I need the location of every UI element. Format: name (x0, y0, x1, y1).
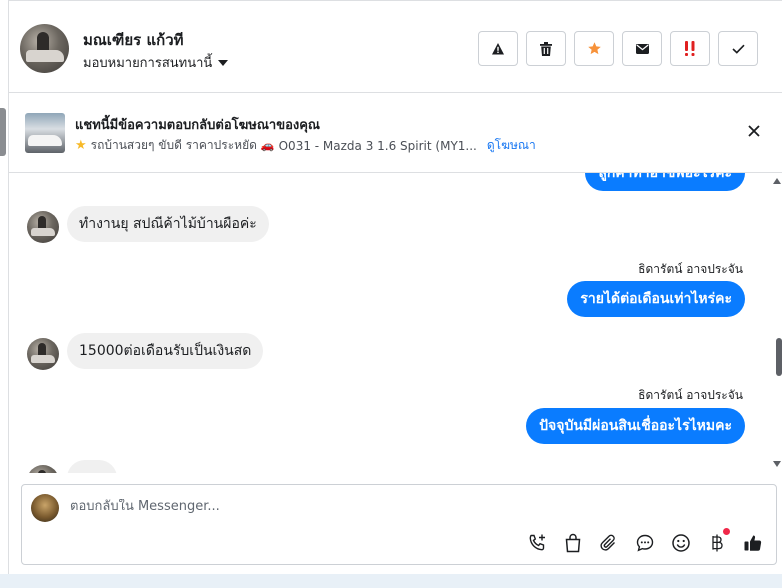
page-footer-strip (0, 574, 782, 588)
sender-name: ธิดารัตน์ อาจประจัน (638, 262, 743, 276)
follow-up-icon (685, 40, 695, 56)
baht-icon (711, 534, 723, 551)
incoming-message[interactable]: ทำงานยุ สปณีค้าไม้บ้านผือค่ะ (67, 206, 269, 242)
ad-thumbnail[interactable] (25, 113, 65, 153)
attach-button[interactable] (597, 531, 620, 554)
star-icon (587, 42, 601, 55)
check-icon (731, 44, 745, 54)
shopping-bag-icon (565, 533, 580, 552)
view-ad-link[interactable]: ดูโฆษณา (487, 136, 536, 155)
contact-avatar-small (27, 465, 59, 473)
chevron-down-icon (218, 59, 229, 66)
like-button[interactable] (741, 531, 764, 554)
page-avatar (31, 494, 59, 522)
conversation-header: มณเฑียร แก้วที มอบหมายการสนทนานี้ (9, 0, 782, 93)
incoming-message[interactable]: 15000ต่อเดือนรับเป็นเงินสด (67, 333, 264, 369)
message-thread[interactable]: ลูกค้าทำอาชีพอะไรคะ ทำงานยุ สปณีค้าไม้บ้… (9, 173, 782, 473)
notification-dot (723, 528, 730, 535)
car-icon: 🚗 (260, 139, 275, 152)
scrollbar-thumb[interactable] (776, 338, 782, 376)
contact-name[interactable]: มณเฑียร แก้วที (83, 28, 184, 52)
close-icon[interactable] (746, 123, 762, 139)
star-icon: ★ (75, 138, 87, 153)
payment-button[interactable] (705, 528, 730, 554)
chat-scrollbar[interactable] (773, 173, 782, 473)
scroll-down-arrow-icon[interactable] (773, 461, 781, 467)
sender-name: ธิดารัตน์ อาจประจัน (638, 388, 743, 402)
ad-reply-banner: แชทนี้มีข้อความตอบกลับต่อโฆษณาของคุณ ★ ร… (9, 93, 782, 173)
message-composer (21, 484, 777, 565)
outgoing-message[interactable]: รายได้ต่อเดือนเท่าไหร่คะ (567, 281, 745, 317)
saved-replies-button[interactable] (633, 531, 656, 554)
chat-bubble-icon (636, 534, 653, 552)
left-panel-collapse-handle[interactable] (0, 108, 6, 156)
mail-icon (635, 43, 649, 54)
emoji-button[interactable] (669, 531, 692, 554)
phone-plus-icon (529, 534, 545, 550)
mark-spam-button[interactable] (478, 31, 518, 66)
header-actions (478, 31, 758, 66)
warning-icon (492, 42, 504, 54)
thumbs-up-icon (744, 535, 761, 551)
composer-toolbar (525, 528, 764, 554)
follow-up-button[interactable] (670, 31, 710, 66)
ad-banner-subtitle: ★ รถบ้านสวยๆ ขับดี ราคาประหยัด 🚗 O031 - … (75, 136, 536, 155)
star-button[interactable] (574, 31, 614, 66)
call-button[interactable] (525, 531, 548, 554)
incoming-message-partial (67, 460, 117, 473)
contact-avatar-small[interactable] (27, 338, 59, 370)
delete-button[interactable] (526, 31, 566, 66)
emoji-icon (671, 533, 690, 552)
mark-done-button[interactable] (718, 31, 758, 66)
ad-banner-title: แชทนี้มีข้อความตอบกลับต่อโฆษณาของคุณ (75, 118, 320, 133)
inbox-conversation-panel: มณเฑียร แก้วที มอบหมายการสนทนานี้ แชทนี้… (0, 0, 782, 588)
paperclip-icon (599, 534, 615, 551)
trash-icon (540, 41, 552, 56)
assign-label: มอบหมายการสนทนานี้ (83, 56, 213, 71)
contact-avatar[interactable] (20, 24, 69, 73)
scroll-up-arrow-icon[interactable] (773, 178, 781, 184)
ad-campaign-name: รถบ้านสวยๆ ขับดี ราคาประหยัด (90, 138, 257, 152)
assign-conversation-dropdown[interactable]: มอบหมายการสนทนานี้ (83, 52, 229, 73)
reply-input[interactable] (70, 499, 670, 514)
outgoing-message[interactable]: ปัจจุบันมีผ่อนสินเชื่ออะไรไหมคะ (526, 408, 745, 444)
contact-avatar-small[interactable] (27, 211, 59, 243)
mark-unread-button[interactable] (622, 31, 662, 66)
shop-button[interactable] (561, 531, 584, 554)
left-panel-edge (0, 0, 9, 588)
ad-name: O031 - Mazda 3 1.6 Spirit (MY1... (278, 138, 477, 153)
outgoing-message[interactable]: ลูกค้าทำอาชีพอะไรคะ (585, 173, 745, 191)
